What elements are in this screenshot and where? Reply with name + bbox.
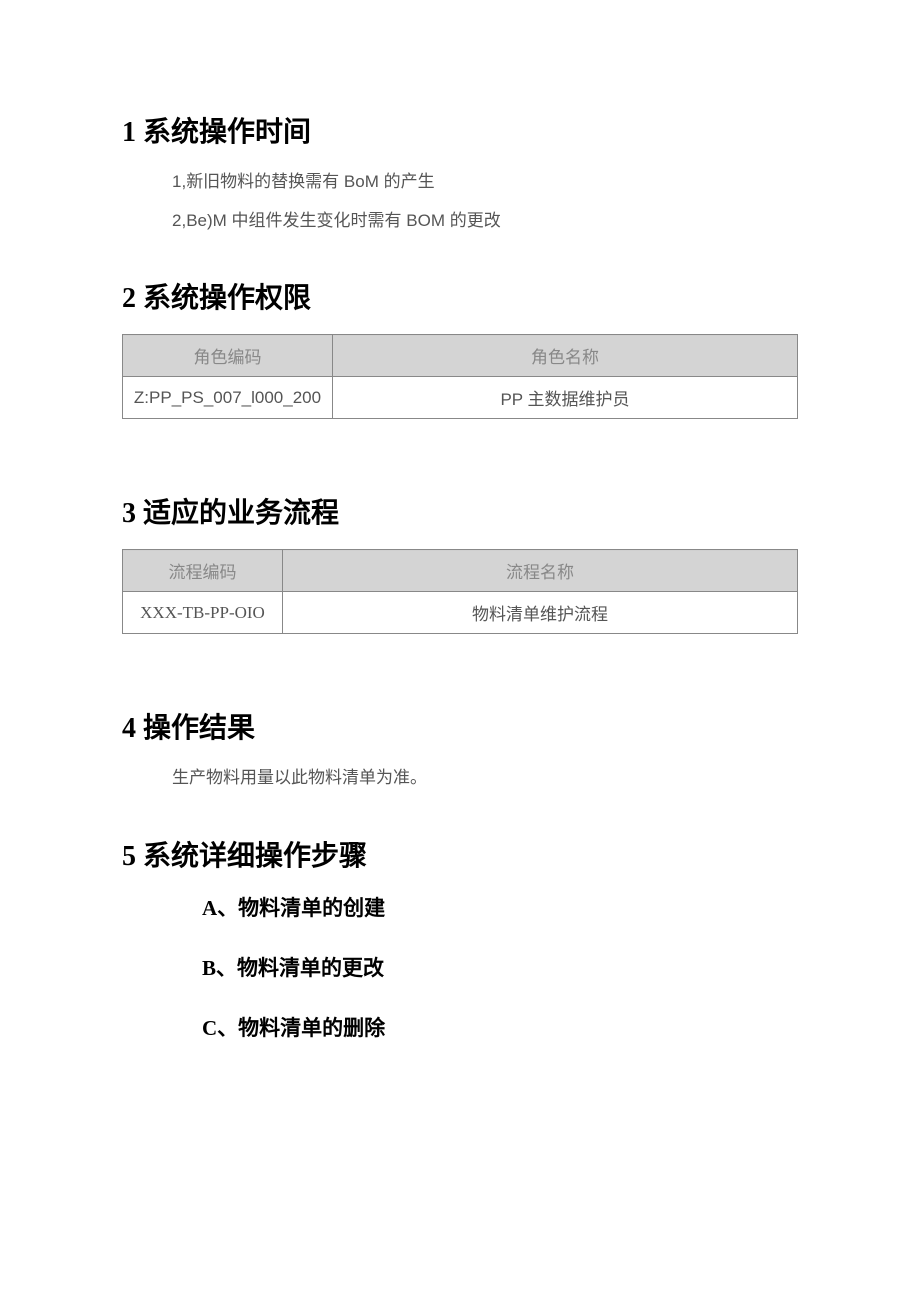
step-item-c: C、物料清单的删除 bbox=[202, 1012, 798, 1042]
heading-text: 系统操作权限 bbox=[143, 283, 311, 314]
table-header-row: 流程编码 流程名称 bbox=[123, 550, 798, 592]
section-2: 2 系统操作权限 角色编码 角色名称 Z:PP_PS_007_l000_200 … bbox=[122, 276, 798, 419]
roles-table: 角色编码 角色名称 Z:PP_PS_007_l000_200 PP 主数据维护员 bbox=[122, 334, 798, 419]
heading-text: 系统操作时间 bbox=[143, 117, 311, 148]
table-row: Z:PP_PS_007_l000_200 PP 主数据维护员 bbox=[123, 377, 798, 419]
process-code-cell: XXX-TB-PP-OIO bbox=[123, 592, 283, 634]
heading-number: 2 bbox=[122, 283, 136, 314]
section-1: 1 系统操作时间 1,新旧物料的替换需有 BoM 的产生 2,Be)M 中组件发… bbox=[122, 110, 798, 234]
section-5-heading: 5 系统详细操作步骤 bbox=[122, 834, 798, 874]
heading-number: 1 bbox=[122, 117, 136, 148]
process-table: 流程编码 流程名称 XXX-TB-PP-OIO 物料清单维护流程 bbox=[122, 549, 798, 634]
step-item-a: A、物料清单的创建 bbox=[202, 892, 798, 922]
section-1-line-1: 1,新旧物料的替换需有 BoM 的产生 bbox=[172, 168, 798, 195]
heading-number: 4 bbox=[122, 713, 136, 744]
heading-text: 适应的业务流程 bbox=[143, 498, 339, 529]
roles-header-name: 角色名称 bbox=[333, 335, 798, 377]
process-name-cell: 物料清单维护流程 bbox=[283, 592, 798, 634]
section-4-heading: 4 操作结果 bbox=[122, 706, 798, 746]
section-2-heading: 2 系统操作权限 bbox=[122, 276, 798, 316]
roles-header-code: 角色编码 bbox=[123, 335, 333, 377]
role-code-cell: Z:PP_PS_007_l000_200 bbox=[123, 377, 333, 419]
step-item-b: B、物料清单的更改 bbox=[202, 952, 798, 982]
section-4: 4 操作结果 生产物料用量以此物料清单为准。 bbox=[122, 706, 798, 791]
section-1-heading: 1 系统操作时间 bbox=[122, 110, 798, 150]
table-header-row: 角色编码 角色名称 bbox=[123, 335, 798, 377]
table-row: XXX-TB-PP-OIO 物料清单维护流程 bbox=[123, 592, 798, 634]
heading-number: 3 bbox=[122, 498, 136, 529]
heading-text: 系统详细操作步骤 bbox=[143, 841, 367, 872]
heading-number: 5 bbox=[122, 841, 136, 872]
section-4-body: 生产物料用量以此物料清单为准。 bbox=[172, 764, 798, 791]
section-3: 3 适应的业务流程 流程编码 流程名称 XXX-TB-PP-OIO 物料清单维护… bbox=[122, 491, 798, 634]
process-header-name: 流程名称 bbox=[283, 550, 798, 592]
heading-text: 操作结果 bbox=[143, 713, 255, 744]
section-3-heading: 3 适应的业务流程 bbox=[122, 491, 798, 531]
section-5: 5 系统详细操作步骤 A、物料清单的创建 B、物料清单的更改 C、物料清单的删除 bbox=[122, 834, 798, 1042]
process-header-code: 流程编码 bbox=[123, 550, 283, 592]
role-name-cell: PP 主数据维护员 bbox=[333, 377, 798, 419]
section-1-line-2: 2,Be)M 中组件发生变化时需有 BOM 的更改 bbox=[172, 207, 798, 234]
